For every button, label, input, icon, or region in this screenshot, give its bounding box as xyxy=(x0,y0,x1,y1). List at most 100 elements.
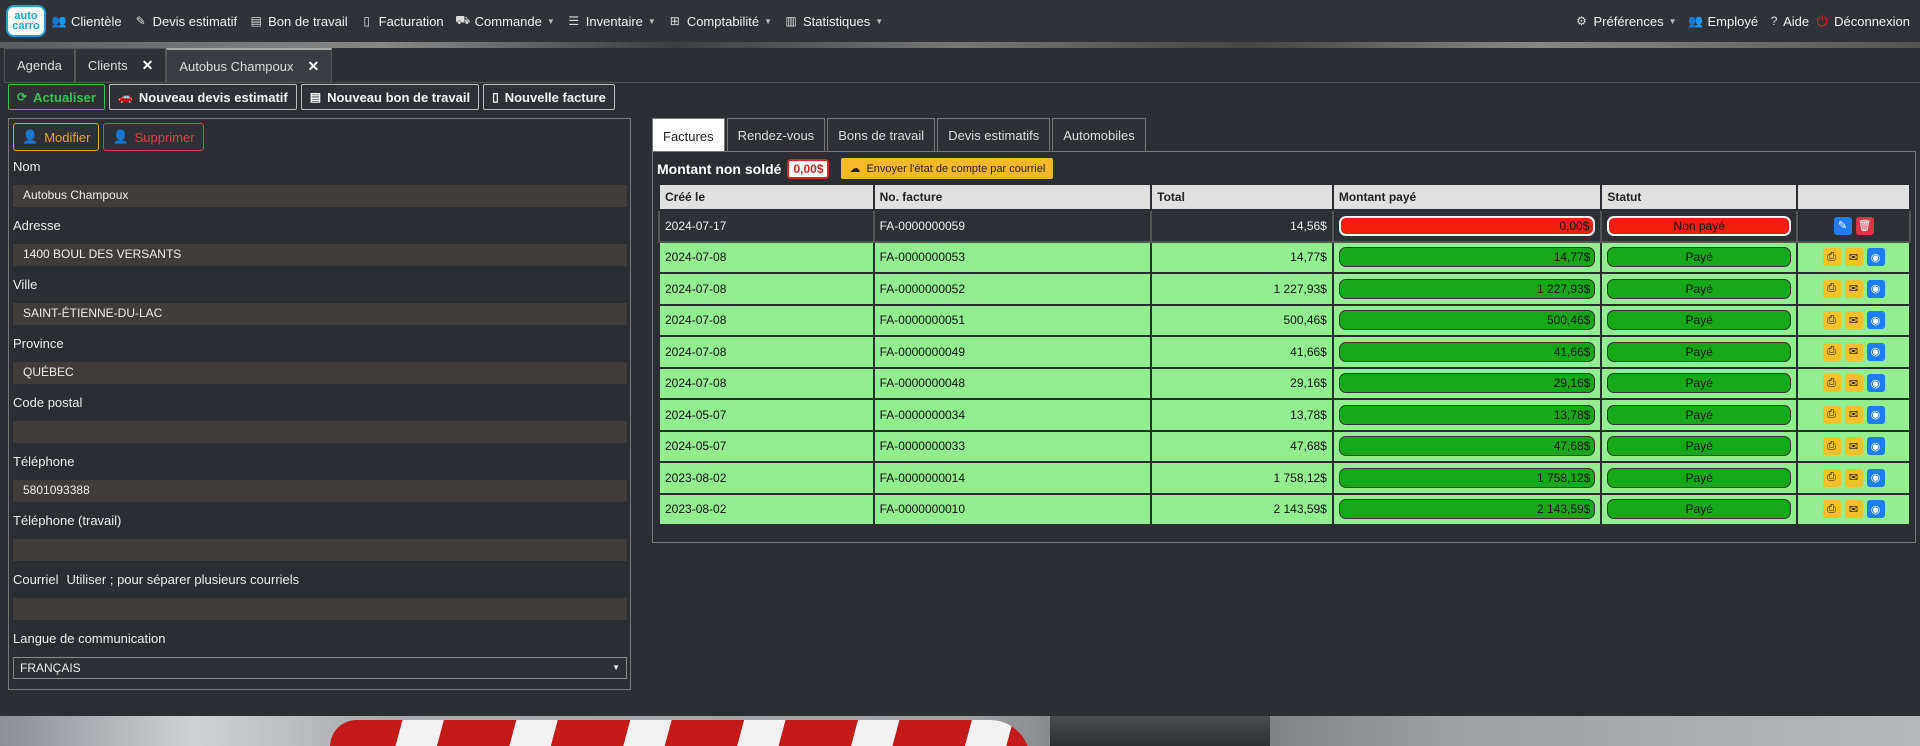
trash-icon[interactable]: 🗑 xyxy=(1855,216,1874,235)
eye-icon[interactable]: ◉ xyxy=(1866,248,1885,267)
new-work-order-button[interactable]: ▤ Nouveau bon de travail xyxy=(300,84,480,110)
envelope-icon[interactable]: ✉ xyxy=(1844,500,1863,519)
envelope-icon[interactable]: ✉ xyxy=(1844,468,1863,487)
preferences-menu[interactable]: ⚙ Préférences ▼ xyxy=(1574,14,1676,29)
invoices-table: Créé le No. facture Total Montant payé S… xyxy=(658,183,1911,526)
col-invoice-number[interactable]: No. facture xyxy=(872,183,1153,211)
nav-item-accounting[interactable]: ⊞ Comptabilité ▼ xyxy=(668,14,772,29)
edit-icon[interactable]: ✎ xyxy=(1833,216,1852,235)
status-badge: Payé xyxy=(1607,404,1792,425)
province-input[interactable]: QUÉBEC xyxy=(13,362,627,384)
refresh-button[interactable]: ⟳ Actualiser xyxy=(8,84,105,110)
work-phone-input[interactable] xyxy=(13,539,627,561)
language-select[interactable]: FRANÇAIS ▼ xyxy=(13,657,627,679)
envelope-icon[interactable]: ✉ xyxy=(1844,279,1863,298)
client-detail-tabs: Factures Rendez-vous Bons de travail Dev… xyxy=(652,118,1148,153)
nav-item-chart[interactable]: ▥ Statistiques ▼ xyxy=(784,14,883,29)
print-icon[interactable]: ⎙ xyxy=(1822,468,1841,487)
col-total[interactable]: Total xyxy=(1150,183,1334,211)
row-actions: ✎ 🗑 xyxy=(1803,216,1904,235)
new-quote-button[interactable]: 🚗 Nouveau devis estimatif xyxy=(108,84,297,110)
tab-autobus-champoux[interactable]: Autobus Champoux ✕ xyxy=(166,48,333,82)
print-icon[interactable]: ⎙ xyxy=(1822,500,1841,519)
cell-paid: 41,66$ xyxy=(1331,335,1603,369)
nav-item-basket[interactable]: ⛟ Commande ▼ xyxy=(455,13,555,29)
envelope-icon[interactable]: ✉ xyxy=(1844,405,1863,424)
table-row[interactable]: 2024-07-08 FA-0000000053 14,77$ 14,77$ Payé ⎙… xyxy=(658,240,1911,274)
tab-agenda[interactable]: Agenda xyxy=(4,48,75,82)
envelope-icon[interactable]: ✉ xyxy=(1844,374,1863,393)
status-badge: Payé xyxy=(1607,310,1792,331)
paid-amount-bar: 13,78$ xyxy=(1338,404,1596,425)
table-row[interactable]: 2024-07-08 FA-0000000052 1 227,93$ 1 227,93… xyxy=(658,272,1911,306)
send-statement-button[interactable]: ☁ Envoyer l'état de compte par courriel xyxy=(841,158,1054,179)
logout-link[interactable]: ⏻ Déconnexion xyxy=(1815,13,1910,29)
email-field: Courriel Utiliser ; pour séparer plusieur… xyxy=(13,572,627,620)
print-icon[interactable]: ⎙ xyxy=(1822,248,1841,267)
eye-icon[interactable]: ◉ xyxy=(1866,311,1885,330)
tab-appointments[interactable]: Rendez-vous xyxy=(726,118,826,152)
nav-item-file[interactable]: ▯ Facturation xyxy=(360,14,443,29)
envelope-icon[interactable]: ✉ xyxy=(1844,311,1863,330)
eye-icon[interactable]: ◉ xyxy=(1866,405,1885,424)
phone-input[interactable]: 5801093388 xyxy=(13,480,627,502)
close-icon[interactable]: ✕ xyxy=(142,57,154,74)
print-icon[interactable]: ⎙ xyxy=(1822,311,1841,330)
paid-amount-bar: 0,00$ xyxy=(1338,215,1596,236)
caret-down-icon: ▼ xyxy=(546,16,555,26)
print-icon[interactable]: ⎙ xyxy=(1822,279,1841,298)
cell-actions: ⎙ ✉ ◉ xyxy=(1796,272,1911,306)
envelope-icon[interactable]: ✉ xyxy=(1844,342,1863,361)
eye-icon[interactable]: ◉ xyxy=(1866,342,1885,361)
user-tie-icon: 👥 xyxy=(1688,14,1703,28)
eye-icon[interactable]: ◉ xyxy=(1866,500,1885,519)
nav-item-clipboard[interactable]: ▤ Bon de travail xyxy=(249,14,347,29)
email-hint: Utiliser ; pour séparer plusieurs courri… xyxy=(66,572,300,587)
eye-icon[interactable]: ◉ xyxy=(1866,468,1885,487)
tab-quotes[interactable]: Devis estimatifs xyxy=(937,118,1051,152)
eye-icon[interactable]: ◉ xyxy=(1866,279,1885,298)
action-toolbar: ⟳ Actualiser 🚗 Nouveau devis estimatif ▤… xyxy=(8,84,615,110)
refresh-label: Actualiser xyxy=(33,89,96,105)
employee-link[interactable]: 👥 Employé xyxy=(1688,14,1758,29)
help-link[interactable]: ? Aide xyxy=(1770,14,1809,29)
nav-item-users[interactable]: 👥 Clientèle xyxy=(52,14,122,29)
table-row[interactable]: 2024-05-07 FA-0000000033 47,68$ 47,68$ Payé ⎙… xyxy=(658,429,1911,463)
table-row[interactable]: 2023-08-02 FA-0000000010 2 143,59$ 2 143,59… xyxy=(658,492,1911,526)
print-icon[interactable]: ⎙ xyxy=(1822,437,1841,456)
city-label: Ville xyxy=(13,277,38,292)
col-created[interactable]: Créé le xyxy=(658,183,875,211)
print-icon[interactable]: ⎙ xyxy=(1822,374,1841,393)
table-row[interactable]: 2024-07-17 FA-0000000059 14,56$ 0,00$ Non pa… xyxy=(658,209,1911,243)
table-row[interactable]: 2024-07-08 FA-0000000051 500,46$ 500,46$ Pay… xyxy=(658,303,1911,337)
app-logo[interactable]: auto carro xyxy=(6,5,46,37)
envelope-icon[interactable]: ✉ xyxy=(1844,437,1863,456)
print-icon[interactable]: ⎙ xyxy=(1822,342,1841,361)
col-paid-amount[interactable]: Montant payé xyxy=(1331,183,1603,211)
table-row[interactable]: 2024-07-08 FA-0000000048 29,16$ 29,16$ Payé ⎙… xyxy=(658,366,1911,400)
delete-client-button[interactable]: 👤 Supprimer xyxy=(103,123,204,151)
eye-icon[interactable]: ◉ xyxy=(1866,437,1885,456)
tab-vehicles[interactable]: Automobiles xyxy=(1052,118,1146,152)
table-row[interactable]: 2024-07-08 FA-0000000049 41,66$ 41,66$ Payé ⎙… xyxy=(658,335,1911,369)
new-invoice-button[interactable]: ▯ Nouvelle facture xyxy=(483,84,615,110)
eye-icon[interactable]: ◉ xyxy=(1866,374,1885,393)
tab-clients[interactable]: Clients ✕ xyxy=(74,48,167,82)
nav-item-edit[interactable]: ✎ Devis estimatif xyxy=(134,14,238,29)
envelope-icon[interactable]: ✉ xyxy=(1844,248,1863,267)
print-icon[interactable]: ⎙ xyxy=(1822,405,1841,424)
close-icon[interactable]: ✕ xyxy=(308,58,320,75)
email-input[interactable] xyxy=(13,598,627,620)
table-row[interactable]: 2023-08-02 FA-0000000014 1 758,12$ 1 758,12… xyxy=(658,461,1911,495)
nav-item-list[interactable]: ☰ Inventaire ▼ xyxy=(567,14,655,29)
email-label-row: Courriel Utiliser ; pour séparer plusieur… xyxy=(13,572,627,590)
tab-invoices[interactable]: Factures xyxy=(652,118,725,153)
tab-work-orders[interactable]: Bons de travail xyxy=(827,118,936,152)
address-input[interactable]: 1400 BOUL DES VERSANTS xyxy=(13,244,627,266)
name-input[interactable]: Autobus Champoux xyxy=(13,185,627,207)
table-row[interactable]: 2024-05-07 FA-0000000034 13,78$ 13,78$ Payé ⎙… xyxy=(658,398,1911,432)
city-input[interactable]: SAINT-ÉTIENNE-DU-LAC xyxy=(13,303,627,325)
edit-client-button[interactable]: 👤 Modifier xyxy=(13,123,100,151)
col-status[interactable]: Statut xyxy=(1600,183,1799,211)
postal-code-input[interactable] xyxy=(13,421,627,443)
